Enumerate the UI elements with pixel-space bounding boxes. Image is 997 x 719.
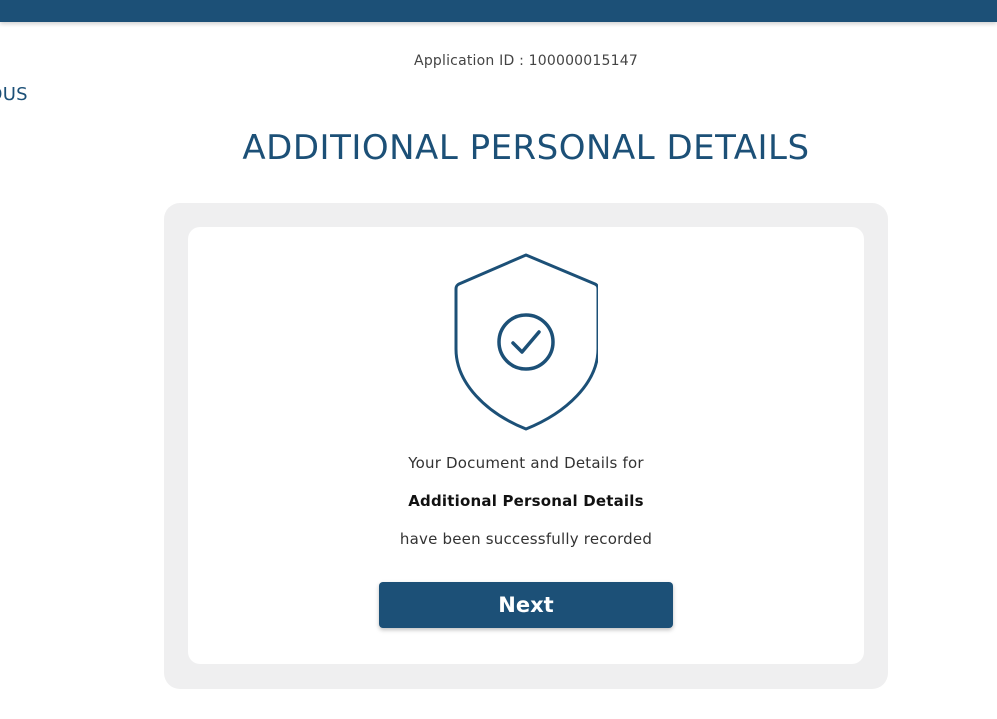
shield-check-icon <box>454 253 598 431</box>
page-title: ADDITIONAL PERSONAL DETAILS <box>242 128 810 168</box>
previous-link[interactable]: VIOUS <box>0 84 28 105</box>
success-message-line-1: Your Document and Details for <box>408 454 644 472</box>
success-message-section-name: Additional Personal Details <box>408 492 644 510</box>
success-panel: Your Document and Details for Additional… <box>164 203 888 689</box>
success-message-line-3: have been successfully recorded <box>399 530 653 548</box>
success-card: Your Document and Details for Additional… <box>188 227 864 664</box>
application-id: Application ID : 100000015147 <box>414 53 638 69</box>
next-button[interactable]: Next <box>379 582 673 628</box>
top-navigation-bar <box>0 0 997 22</box>
